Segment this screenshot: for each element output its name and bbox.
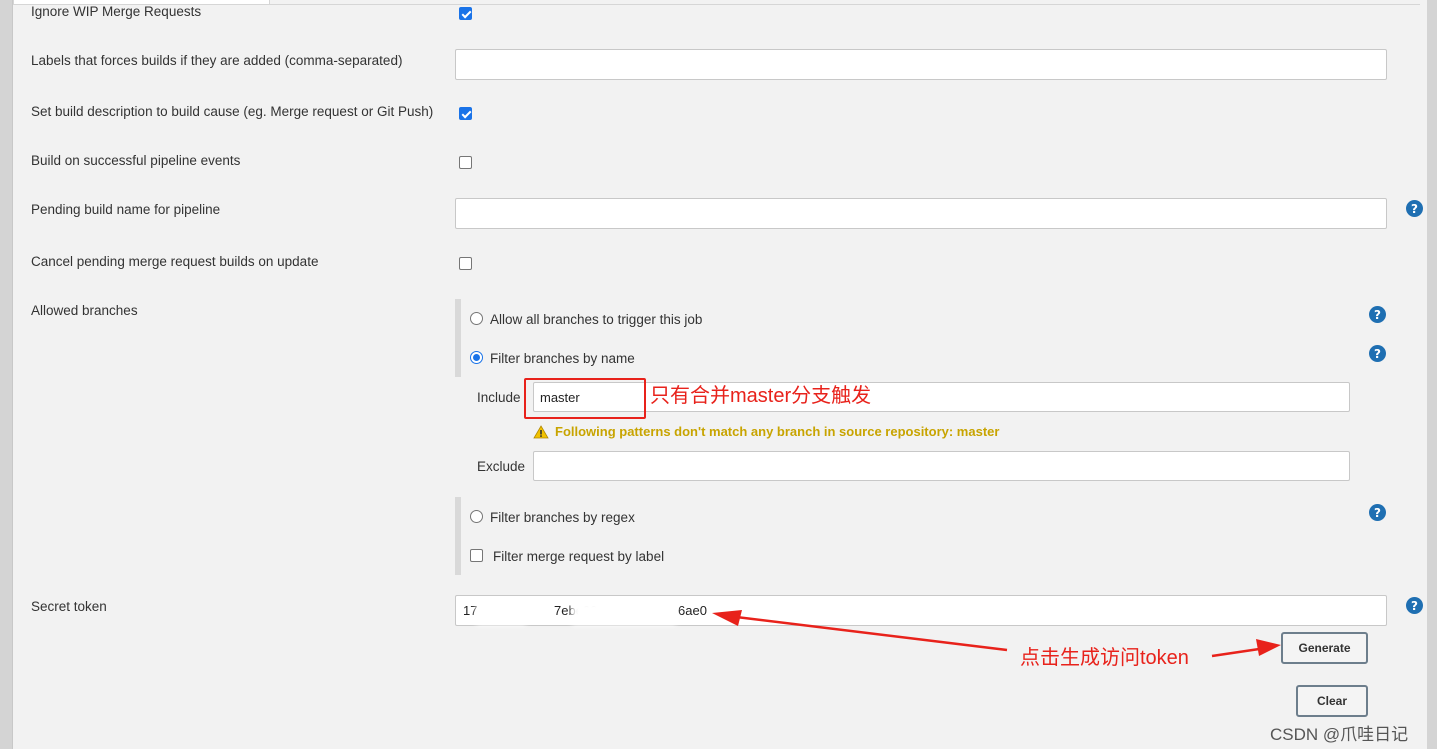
annotation-arrowhead — [712, 610, 742, 626]
csdn-watermark: CSDN @爪哇日记 — [1270, 725, 1409, 744]
annotation-arrows — [712, 610, 1281, 658]
annotation-arrow-line — [727, 614, 1008, 652]
annotation-arrowhead — [1256, 639, 1281, 656]
